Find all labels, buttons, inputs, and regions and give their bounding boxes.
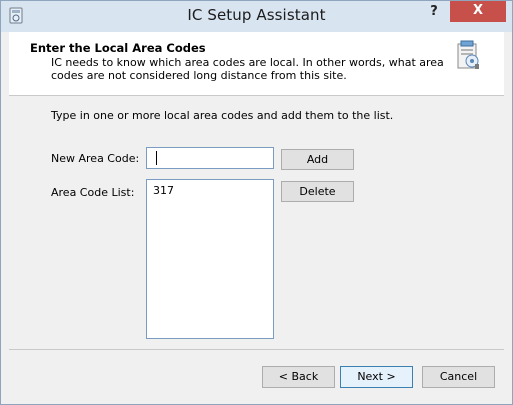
next-button[interactable]: Next > bbox=[340, 366, 413, 388]
page-subtitle: IC needs to know which area codes are lo… bbox=[51, 56, 444, 82]
list-item[interactable]: 317 bbox=[153, 184, 174, 197]
title-bar[interactable]: IC Setup Assistant ? X bbox=[1, 1, 512, 32]
wizard-body: Type in one or more local area codes and… bbox=[9, 96, 504, 348]
add-button[interactable]: Add bbox=[281, 149, 354, 170]
area-code-list-label: Area Code List: bbox=[51, 186, 135, 199]
close-button[interactable]: X bbox=[450, 1, 506, 22]
wizard-header: Enter the Local Area Codes IC needs to k… bbox=[9, 32, 504, 96]
page-title: Enter the Local Area Codes bbox=[30, 41, 206, 55]
cancel-button[interactable]: Cancel bbox=[422, 366, 495, 388]
setup-assistant-window: IC Setup Assistant ? X Enter the Local A… bbox=[0, 0, 513, 405]
back-button[interactable]: < Back bbox=[262, 366, 335, 388]
close-icon: X bbox=[472, 3, 484, 18]
footer-divider bbox=[9, 349, 504, 350]
area-code-list[interactable]: 317 bbox=[146, 179, 274, 339]
setup-wizard-icon bbox=[455, 40, 481, 70]
delete-button[interactable]: Delete bbox=[281, 181, 354, 202]
instruction-text: Type in one or more local area codes and… bbox=[51, 109, 394, 122]
new-area-code-input[interactable] bbox=[146, 147, 274, 169]
new-area-code-label: New Area Code: bbox=[51, 152, 140, 165]
help-button[interactable]: ? bbox=[421, 1, 447, 22]
text-caret bbox=[156, 151, 157, 165]
